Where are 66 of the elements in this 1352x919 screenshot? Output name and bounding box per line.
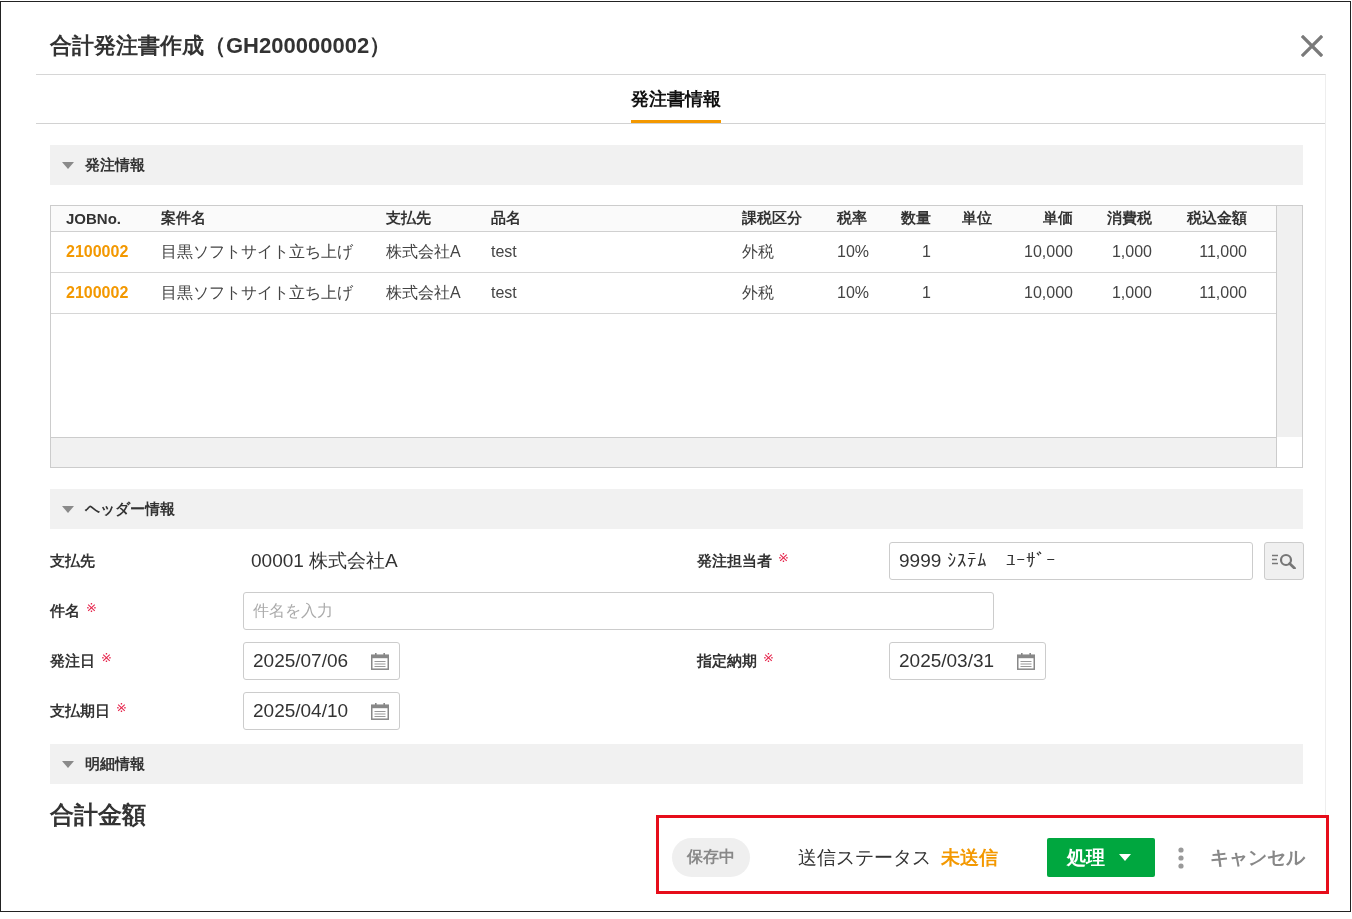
field-label: 指定納期 [697, 651, 757, 671]
column-header: 消費税 [1107, 209, 1152, 228]
table-cell-text: 外税 [742, 241, 774, 262]
table-cell: 1 [922, 243, 931, 261]
tab[interactable]: 発注書情報 [630, 75, 721, 123]
vertical-scrollbar[interactable] [1276, 206, 1302, 437]
text-field[interactable]: 件名を入力 [243, 592, 994, 630]
table-cell-text: 株式会社A [386, 241, 461, 262]
table-cell: 10,000 [1024, 243, 1073, 261]
column-header: JOBNo. [66, 210, 121, 227]
column-header: 課税区分 [742, 209, 802, 228]
required-mark: ※ [101, 649, 112, 665]
table-cell-text: 外税 [742, 282, 774, 303]
table-cell: 10% [837, 243, 870, 261]
table-cell: test [491, 243, 517, 261]
calendar-icon [1017, 652, 1035, 670]
table-cell: 11,000 [1199, 284, 1247, 302]
column-header: 単位 [962, 209, 992, 228]
cancel-button[interactable]: キャンセル [1210, 844, 1305, 871]
table-cell: 1 [922, 284, 931, 302]
date-field[interactable]: 2025/03/31 [889, 642, 1046, 680]
send-status-label: 送信ステータス [798, 845, 931, 870]
text-field[interactable]: 9999 ｼｽﾃﾑ ﾕｰｻﾞｰ [889, 542, 1253, 580]
saving-indicator: 保存中 [672, 838, 750, 877]
table-cell: 1,000 [1111, 284, 1152, 302]
column-header: 支払先 [386, 209, 431, 228]
table-cell-text: 目黒ソフトサイト立ち上げ [161, 282, 353, 303]
close-icon[interactable] [1301, 35, 1323, 57]
column-header: 単価 [1043, 209, 1073, 228]
table-cell: 10% [837, 284, 870, 302]
date-field[interactable]: 2025/07/06 [243, 642, 400, 680]
horizontal-scrollbar[interactable] [51, 437, 1276, 467]
table-cell-text: 株式会社A [386, 282, 461, 303]
search-icon [1272, 553, 1296, 569]
section-toggle[interactable]: ヘッダー情報 [50, 489, 1303, 529]
field-label: 発注担当者 [697, 551, 772, 571]
table-cell-text: 目黒ソフトサイト立ち上げ [161, 241, 353, 262]
section-toggle[interactable]: 明細情報 [50, 744, 1303, 784]
field-label: 支払期日 [50, 701, 110, 721]
field-label: 発注日 [50, 651, 95, 671]
column-header: 税込金額 [1187, 209, 1247, 228]
required-mark: ※ [116, 699, 127, 715]
total-heading: 合計金額 [50, 800, 146, 830]
caret-icon [1119, 854, 1131, 861]
date-field[interactable]: 2025/04/10 [243, 692, 400, 730]
column-header: 税率 [837, 209, 867, 228]
search-button[interactable] [1264, 542, 1304, 580]
field-label: 支払先 [50, 551, 95, 571]
more-menu-icon[interactable] [1178, 846, 1184, 869]
send-status-value: 未送信 [941, 846, 998, 870]
table-cell: 10,000 [1024, 284, 1073, 302]
table-cell: 11,000 [1199, 243, 1247, 261]
table-cell: 1,000 [1111, 243, 1152, 261]
required-mark: ※ [86, 599, 97, 615]
column-header: 品名 [491, 209, 521, 228]
section-toggle[interactable]: 発注情報 [50, 145, 1303, 185]
calendar-icon [371, 702, 389, 720]
dialog-title: 合計発注書作成（GH200000002） [50, 32, 392, 60]
column-header: 数量 [901, 209, 931, 228]
table-cell: test [491, 284, 517, 302]
column-header: 案件名 [161, 209, 206, 228]
field-value: 00001 株式会社A [250, 549, 398, 573]
required-mark: ※ [763, 649, 774, 665]
field-label: 件名 [50, 601, 80, 621]
required-mark: ※ [778, 549, 789, 565]
calendar-icon [371, 652, 389, 670]
